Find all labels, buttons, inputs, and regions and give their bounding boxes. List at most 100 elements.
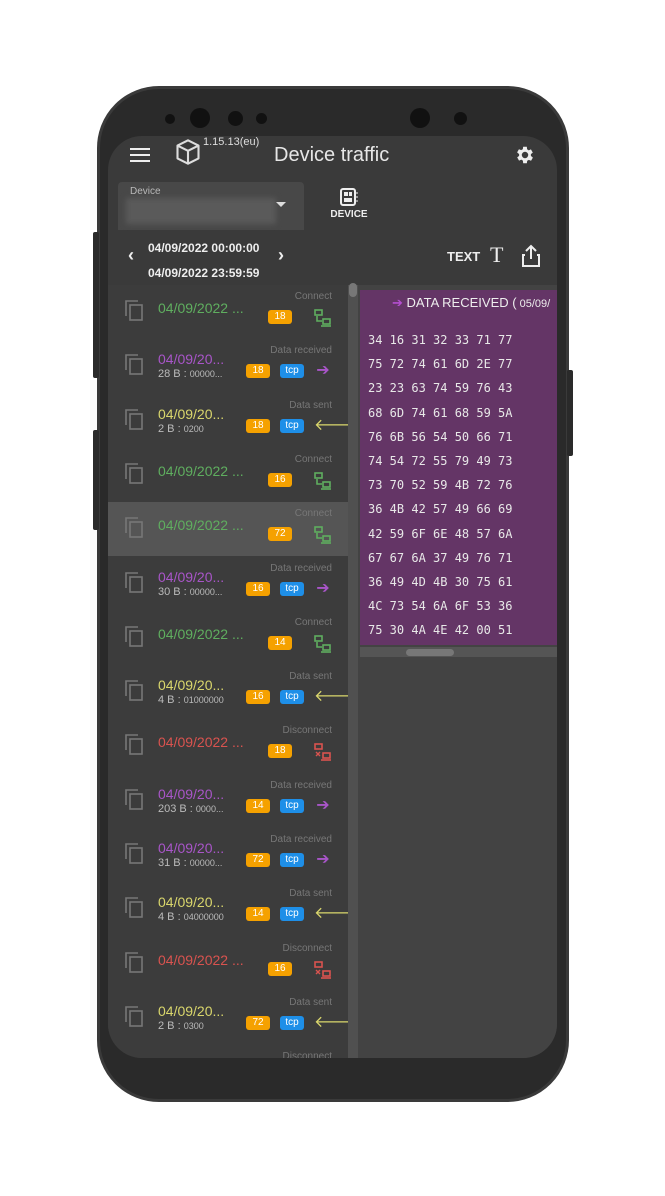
event-type: Connect	[294, 508, 332, 520]
hex-line: 34 16 31 32 33 71 77	[368, 333, 513, 347]
port-badge: 18	[268, 744, 292, 759]
device-select[interactable]: Device	[118, 182, 304, 230]
copy-icon[interactable]	[124, 462, 144, 484]
event-type: Data sent	[289, 888, 332, 900]
protocol-badge: tcp	[280, 581, 304, 596]
event-type: Connect	[294, 453, 332, 465]
hex-line: 67 67 6A 37 49 76 71	[368, 550, 513, 565]
event-type: Data received	[270, 834, 332, 845]
copy-icon[interactable]	[124, 842, 144, 864]
event-row[interactable]: Data received 04/09/20... 203 B : 0000... 1…	[108, 774, 348, 828]
event-date: 04/09/20...	[158, 351, 225, 368]
protocol-badge: tcp	[280, 798, 304, 813]
event-size: 31 B :	[158, 857, 190, 869]
copy-icon[interactable]	[124, 733, 144, 756]
event-date: 04/09/2022 ...	[158, 951, 244, 968]
event-row[interactable]: Data received 04/09/20... 31 B : 00000... 7…	[108, 828, 348, 882]
event-data: 0000...	[195, 803, 224, 814]
text-format-icon[interactable]: T	[490, 242, 503, 268]
event-data: 04000000	[183, 912, 224, 923]
device-value-blurred	[126, 198, 276, 224]
horizontal-scrollbar[interactable]	[360, 647, 557, 657]
received-arrow-icon: ➔	[316, 362, 330, 380]
next-day-button[interactable]: ›	[278, 245, 284, 266]
event-row[interactable]: Data received 04/09/20... 30 B : 00000... 1…	[108, 557, 348, 611]
detail-date: 05/09/	[516, 298, 551, 310]
event-data: 00000...	[189, 858, 223, 868]
copy-icon[interactable]	[124, 788, 144, 810]
hex-line: 75 30 4A 4E 42 00 51	[368, 623, 513, 638]
detail-pane: ➔ DATA RECEIVED ( 05/09/ 34 16 31 32 33 …	[358, 285, 557, 1058]
event-type: Data sent	[289, 399, 332, 411]
copy-icon[interactable]	[124, 951, 144, 973]
event-type: Connect	[294, 291, 332, 302]
hex-line: 23 23 63 74 59 76 43	[368, 381, 513, 396]
share-icon[interactable]	[520, 244, 542, 268]
event-row[interactable]: Disconnect 04/09/2022 ... 18	[108, 719, 348, 773]
event-summary: 203 B : 0000...	[158, 803, 223, 815]
volume-button	[93, 232, 99, 378]
port-badge: 14	[246, 798, 270, 813]
event-row[interactable]: Disconnect 04/09/2022 ... 16	[108, 937, 348, 991]
event-date: 04/09/20...	[158, 785, 225, 802]
menu-button[interactable]	[130, 148, 150, 164]
received-arrow-icon: ➔	[316, 579, 330, 597]
text-mode-label[interactable]: TEXT	[447, 249, 480, 264]
device-label: Device	[130, 186, 161, 197]
page-title: Device traffic	[274, 144, 390, 166]
received-arrow-icon: ➔	[316, 851, 330, 868]
protocol-badge: tcp	[280, 418, 304, 433]
port-badge: 18	[246, 364, 270, 379]
protocol-badge: tcp	[280, 907, 304, 922]
copy-icon[interactable]	[124, 679, 144, 701]
gear-icon[interactable]	[514, 144, 536, 166]
hex-data-panel: ➔ DATA RECEIVED ( 05/09/ 34 16 31 32 33 …	[360, 290, 557, 645]
event-type: Connect	[294, 616, 332, 628]
copy-icon[interactable]	[124, 516, 144, 538]
event-date: 04/09/2022 ...	[158, 734, 244, 751]
copy-icon[interactable]	[124, 408, 144, 430]
device-button[interactable]: DEVICE	[322, 188, 376, 220]
copy-icon[interactable]	[124, 571, 144, 593]
copy-icon[interactable]	[124, 353, 144, 376]
date-range[interactable]: 04/09/2022 00:00:00 04/09/2022 23:59:59	[148, 236, 259, 286]
previous-day-button[interactable]: ‹	[128, 245, 134, 266]
port-badge: 72	[246, 853, 270, 867]
event-row[interactable]: Connect 04/09/2022 ... 16	[108, 448, 348, 502]
event-row[interactable]: Data sent 04/09/20... 4 B : 04000000 14 tcp 🡐	[108, 882, 348, 936]
detail-header: ➔ DATA RECEIVED ( 05/09/	[392, 295, 550, 311]
range-to: 04/09/2022 23:59:59	[148, 266, 260, 280]
event-row[interactable]: Data sent 04/09/20... 4 B : 01000000 16 tcp 🡐	[108, 665, 348, 719]
event-date: 04/09/20...	[158, 840, 225, 856]
sensor	[228, 111, 243, 126]
event-type: Disconnect	[282, 942, 332, 954]
list-scrollbar-thumb[interactable]	[349, 283, 357, 297]
event-row[interactable]: Data sent 04/09/20... 2 B : 0200 18 tcp 🡐	[108, 394, 348, 448]
sensor	[165, 114, 175, 124]
copy-icon[interactable]	[124, 625, 144, 647]
port-badge: 16	[268, 472, 292, 487]
horizontal-scrollbar-thumb[interactable]	[406, 649, 454, 656]
event-date: 04/09/20...	[158, 677, 225, 694]
copy-icon[interactable]	[124, 1005, 144, 1027]
event-summary: 2 B : 0300	[158, 1020, 204, 1032]
event-type: Disconnect	[282, 725, 332, 737]
event-row[interactable]: Data received 04/09/20... 28 B : 00000... 1…	[108, 339, 348, 393]
sensor	[256, 113, 267, 124]
port-badge: 18	[268, 310, 292, 324]
event-data: 00000...	[189, 586, 223, 597]
event-row[interactable]: Connect 04/09/2022 ... 18	[108, 285, 348, 339]
cube-logo-icon	[176, 139, 200, 165]
event-row[interactable]: Connect 04/09/2022 ... 72	[108, 502, 348, 557]
event-row[interactable]: Connect 04/09/2022 ... 14	[108, 611, 348, 665]
event-row[interactable]: Disconnect	[108, 1045, 348, 1058]
event-date: 04/09/2022 ...	[158, 300, 244, 316]
copy-icon[interactable]	[124, 299, 144, 321]
event-summary: 2 B : 0200	[158, 423, 204, 435]
copy-icon[interactable]	[124, 896, 144, 919]
event-data: 0200	[183, 423, 204, 434]
event-summary: 4 B : 01000000	[158, 694, 224, 706]
list-scrollbar[interactable]	[348, 285, 358, 1058]
event-row[interactable]: Data sent 04/09/20... 2 B : 0300 72 tcp 🡐	[108, 991, 348, 1045]
dropdown-arrow-icon	[276, 202, 286, 207]
